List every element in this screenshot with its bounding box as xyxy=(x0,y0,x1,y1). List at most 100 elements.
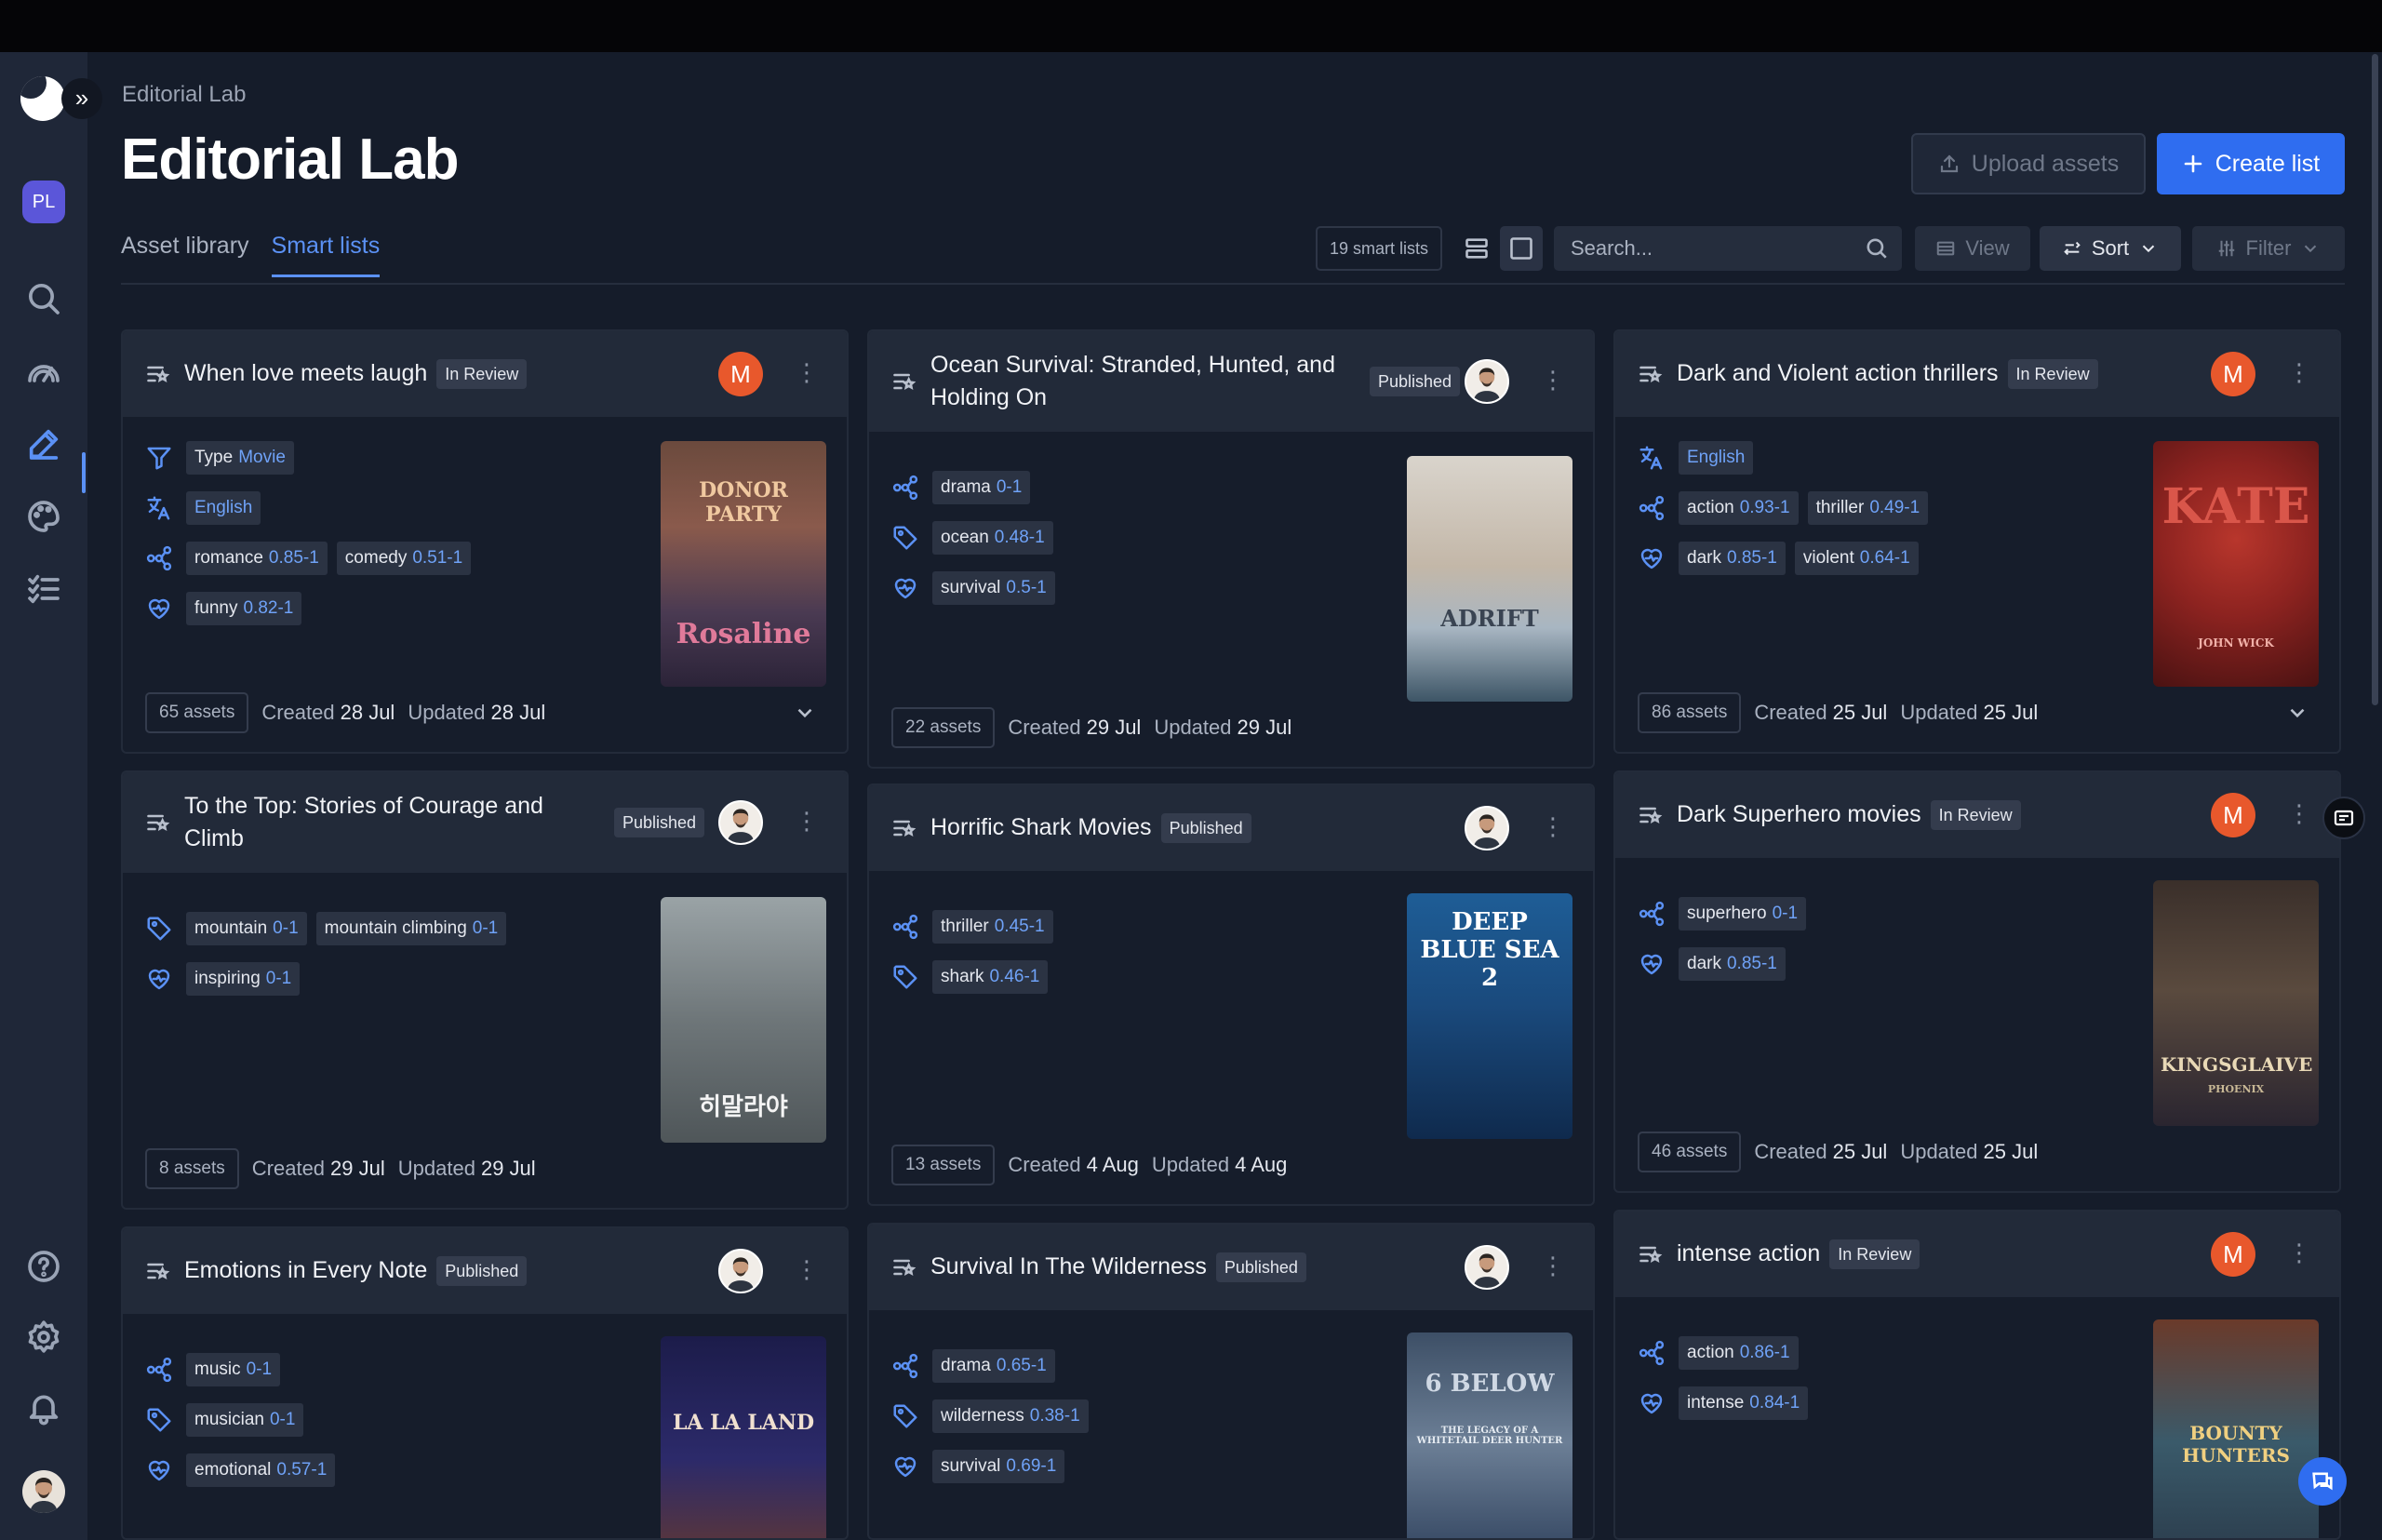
more-options-icon[interactable]: ⋮ xyxy=(2287,799,2311,831)
search-box[interactable] xyxy=(1554,226,1902,271)
owner-avatar[interactable]: M xyxy=(2211,793,2255,837)
more-options-icon[interactable]: ⋮ xyxy=(795,358,819,390)
more-options-icon[interactable]: ⋮ xyxy=(2287,358,2311,390)
checklist-icon[interactable] xyxy=(20,566,67,612)
poster-thumbnail[interactable]: ADRIFT xyxy=(1407,456,1572,702)
view-button[interactable]: View xyxy=(1915,226,2030,271)
card-title[interactable]: Dark and Violent action thrillers In Revi… xyxy=(1677,357,2098,390)
gear-icon[interactable] xyxy=(20,1314,67,1360)
smart-list-card[interactable]: When love meets laugh In Review M ⋮ Type Movi… xyxy=(121,329,849,754)
owner-avatar[interactable]: M xyxy=(2211,1232,2255,1277)
criteria-chip[interactable]: romance 0.85-1 xyxy=(186,542,328,575)
app-logo[interactable] xyxy=(20,76,65,121)
filter-button[interactable]: Filter xyxy=(2192,226,2345,271)
criteria-chip[interactable]: action 0.86-1 xyxy=(1679,1336,1799,1370)
chevron-down-icon[interactable] xyxy=(2285,701,2309,725)
card-title[interactable]: To the Top: Stories of Courage and Climb xyxy=(184,790,603,855)
more-options-icon[interactable]: ⋮ xyxy=(795,807,819,838)
criteria-chip[interactable]: ocean 0.48-1 xyxy=(932,521,1053,555)
poster-thumbnail[interactable]: DEEP BLUE SEA 2 xyxy=(1407,893,1572,1139)
sort-button[interactable]: Sort xyxy=(2040,226,2181,271)
create-list-button[interactable]: Create list xyxy=(2157,133,2345,194)
card-title[interactable]: Dark Superhero movies In Review xyxy=(1677,798,2021,831)
palette-icon[interactable] xyxy=(20,493,67,540)
criteria-chip[interactable]: inspiring 0-1 xyxy=(186,962,301,996)
criteria-chip[interactable]: thriller 0.45-1 xyxy=(932,910,1053,944)
chat-icon[interactable] xyxy=(2298,1457,2347,1506)
more-options-icon[interactable]: ⋮ xyxy=(1541,812,1565,844)
criteria-chip[interactable]: mountain climbing 0-1 xyxy=(315,912,507,945)
list-view-toggle[interactable] xyxy=(1455,226,1498,271)
poster-thumbnail[interactable]: LA LA LAND xyxy=(661,1336,826,1538)
owner-avatar[interactable] xyxy=(1465,359,1509,404)
breadcrumb[interactable]: Editorial Lab xyxy=(122,82,246,108)
owner-avatar[interactable] xyxy=(718,800,763,845)
smart-list-card[interactable]: intense action In Review M ⋮ action 0.86-1 int… xyxy=(1613,1210,2341,1540)
grid-view-toggle[interactable] xyxy=(1500,226,1543,271)
owner-avatar[interactable] xyxy=(1465,806,1509,850)
search-icon[interactable] xyxy=(1865,236,1889,261)
card-title[interactable]: Emotions in Every Note Published xyxy=(184,1254,528,1287)
criteria-chip[interactable]: survival 0.69-1 xyxy=(932,1450,1065,1483)
criteria-chip[interactable]: Type Movie xyxy=(186,441,294,475)
page-scrollbar[interactable] xyxy=(2369,52,2382,1540)
poster-thumbnail[interactable]: 6 BELOW THE LEGACY OF A WHITETAIL DEER HU… xyxy=(1407,1332,1572,1538)
card-title[interactable]: Survival In The Wilderness Published xyxy=(930,1251,1306,1283)
owner-avatar[interactable]: M xyxy=(2211,352,2255,396)
criteria-chip[interactable]: wilderness 0.38-1 xyxy=(932,1399,1089,1433)
card-title[interactable]: Horrific Shark Movies Published xyxy=(930,811,1251,844)
owner-avatar[interactable]: M xyxy=(718,352,763,396)
poster-thumbnail[interactable]: KATE JOHN WICK xyxy=(2153,441,2319,687)
expand-sidebar-icon[interactable]: » xyxy=(61,78,102,119)
smart-list-card[interactable]: Emotions in Every Note Published ⋮ music 0-1… xyxy=(121,1226,849,1540)
help-icon[interactable] xyxy=(20,1243,67,1290)
tab-asset-library[interactable]: Asset library xyxy=(121,233,249,277)
smart-list-card[interactable]: Published Ocean Survival: Stranded, Hunte… xyxy=(867,329,1595,769)
criteria-chip[interactable]: comedy 0.51-1 xyxy=(336,542,472,575)
criteria-chip[interactable]: dark 0.85-1 xyxy=(1679,947,1786,981)
criteria-chip[interactable]: survival 0.5-1 xyxy=(932,571,1055,605)
upload-assets-button[interactable]: Upload assets xyxy=(1911,133,2146,194)
scrollbar-thumb[interactable] xyxy=(2372,54,2378,705)
more-options-icon[interactable]: ⋮ xyxy=(1541,366,1565,397)
search-input[interactable] xyxy=(1554,226,1852,271)
side-panel-icon[interactable] xyxy=(2322,797,2365,839)
criteria-chip[interactable]: violent 0.64-1 xyxy=(1794,542,1919,575)
poster-thumbnail[interactable]: BOUNTY HUNTERS xyxy=(2153,1319,2319,1538)
criteria-chip[interactable]: drama 0.65-1 xyxy=(932,1349,1055,1383)
bell-icon[interactable] xyxy=(20,1385,67,1431)
tab-smart-lists[interactable]: Smart lists xyxy=(271,233,381,277)
criteria-chip[interactable]: music 0-1 xyxy=(186,1353,281,1386)
criteria-chip[interactable]: funny 0.82-1 xyxy=(186,592,302,625)
criteria-chip[interactable]: emotional 0.57-1 xyxy=(186,1453,336,1487)
more-options-icon[interactable]: ⋮ xyxy=(1541,1252,1565,1283)
more-options-icon[interactable]: ⋮ xyxy=(2287,1239,2311,1270)
criteria-chip[interactable]: intense 0.84-1 xyxy=(1679,1386,1809,1420)
criteria-chip[interactable]: mountain 0-1 xyxy=(186,912,307,945)
smart-list-card[interactable]: Published To the Top: Stories of Courage … xyxy=(121,770,849,1210)
criteria-chip[interactable]: musician 0-1 xyxy=(186,1403,304,1437)
criteria-chip[interactable]: thriller 0.49-1 xyxy=(1807,491,1929,525)
criteria-chip[interactable]: shark 0.46-1 xyxy=(932,960,1049,994)
card-title[interactable]: When love meets laugh In Review xyxy=(184,357,528,390)
search-icon[interactable] xyxy=(20,275,67,322)
poster-thumbnail[interactable]: DONOR PARTY Rosaline xyxy=(661,441,826,687)
smart-list-card[interactable]: Dark Superhero movies In Review M ⋮ superher… xyxy=(1613,770,2341,1193)
poster-thumbnail[interactable]: 히말라야 xyxy=(661,897,826,1143)
card-title[interactable]: Ocean Survival: Stranded, Hunted, and Ho… xyxy=(930,349,1349,414)
criteria-chip[interactable]: dark 0.85-1 xyxy=(1679,542,1786,575)
user-avatar[interactable] xyxy=(22,1470,65,1513)
criteria-chip[interactable]: English xyxy=(186,491,261,525)
edit-pencil-icon[interactable] xyxy=(20,421,67,467)
dashboard-gauge-icon[interactable] xyxy=(20,348,67,395)
smart-list-card[interactable]: Horrific Shark Movies Published ⋮ thriller 0… xyxy=(867,783,1595,1206)
workspace-avatar[interactable]: PL xyxy=(22,181,65,223)
card-title[interactable]: intense action In Review xyxy=(1677,1238,1920,1270)
owner-avatar[interactable] xyxy=(1465,1245,1509,1290)
criteria-chip[interactable]: action 0.93-1 xyxy=(1679,491,1799,525)
more-options-icon[interactable]: ⋮ xyxy=(795,1255,819,1287)
owner-avatar[interactable] xyxy=(718,1249,763,1293)
smart-list-card[interactable]: Survival In The Wilderness Published ⋮ dram… xyxy=(867,1223,1595,1540)
criteria-chip[interactable]: drama 0-1 xyxy=(932,471,1031,504)
smart-list-card[interactable]: Dark and Violent action thrillers In Revi… xyxy=(1613,329,2341,754)
